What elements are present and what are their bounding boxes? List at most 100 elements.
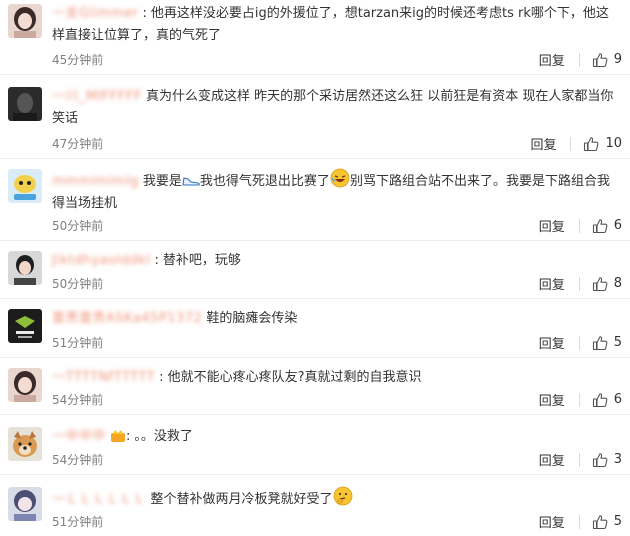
comment-item: 一中中中: 。。没救了 54分钟前 回复 3 (0, 415, 630, 475)
like-count: 3 (613, 452, 622, 467)
avatar[interactable] (8, 427, 42, 461)
username[interactable]: mmmlmlmlg (52, 171, 139, 193)
like-button[interactable]: 3 (592, 452, 622, 468)
like-button[interactable]: 6 (592, 218, 622, 234)
timestamp: 47分钟前 (52, 137, 104, 151)
comment-item: 一TTTTNfTTTTT: 他就不能心疼心疼队友?真就过剩的自我意识 54分钟前 … (0, 358, 630, 415)
reply-button[interactable]: 回复 (539, 333, 565, 352)
comment-actions: 回复 10 (530, 134, 622, 153)
avatar[interactable] (8, 487, 42, 521)
comment-actions: 回复 8 (539, 274, 622, 293)
comment-item: Jiktdhyaolddkl: 替补吧，玩够 50分钟前 回复 8 (0, 241, 630, 299)
thumbs-up-icon (592, 218, 608, 233)
thinking-emoji-icon (333, 486, 352, 506)
divider (578, 276, 580, 291)
comment-body: 替补吧，玩够 (162, 253, 241, 268)
username[interactable]: Jiktdhyaolddkl (52, 250, 150, 272)
divider (578, 392, 580, 407)
avatar[interactable] (8, 309, 42, 343)
reply-button[interactable]: 回复 (539, 450, 565, 469)
thumbs-up-icon (592, 452, 608, 467)
thumbs-up-icon (592, 276, 608, 291)
comment-body: 鞋的脑瘫会传染 (206, 311, 298, 326)
comment-actions: 回复 6 (539, 390, 622, 409)
comment-text: 富贵富贵ASKa45P1372 鞋的脑瘫会传染 (52, 308, 618, 330)
comment-text: 一支Glimmer: 他再这样没必要占ig的外援位了，想tarzan来ig的时候还… (52, 3, 618, 47)
avatar[interactable] (8, 251, 42, 285)
comment-actions: 回复 9 (539, 50, 622, 69)
like-button[interactable]: 5 (592, 335, 622, 351)
timestamp: 54分钟前 (52, 393, 104, 407)
like-count: 6 (613, 392, 622, 407)
divider (578, 218, 580, 233)
like-button[interactable]: 5 (592, 514, 622, 530)
avatar[interactable] (8, 4, 42, 38)
thumbs-up-icon (592, 52, 608, 67)
comment-text: 一中中中: 。。没救了 (52, 426, 618, 448)
laughing-emoji-icon (330, 168, 350, 188)
comment-text: 一川_MIFFFFF 真为什么变成这样 昨天的那个采访居然还这么狂 以前狂是有资本… (52, 86, 618, 130)
avatar[interactable] (8, 87, 42, 121)
colon: : (154, 253, 159, 268)
like-count: 5 (613, 335, 622, 350)
comment-item: 一ＬＬＬＬＬＬ 整个替补做两月冷板凳就好受了 51分钟前 回复 5 (0, 475, 630, 536)
like-button[interactable]: 6 (592, 392, 622, 408)
reply-button[interactable]: 回复 (530, 134, 556, 153)
comment-body: 他就不能心疼心疼队友?真就过剩的自我意识 (167, 370, 422, 385)
timestamp: 54分钟前 (52, 453, 104, 467)
comment-item: 一支Glimmer: 他再这样没必要占ig的外援位了，想tarzan来ig的时候还… (0, 0, 630, 75)
comment-actions: 回复 6 (539, 216, 622, 235)
avatar[interactable] (8, 169, 42, 203)
reply-button[interactable]: 回复 (539, 50, 565, 69)
colon: : (159, 370, 164, 385)
like-count: 6 (613, 218, 622, 233)
like-button[interactable]: 9 (592, 52, 622, 68)
comment-body: 整个替补做两月冷板凳就好受了 (150, 492, 333, 507)
reply-button[interactable]: 回复 (539, 512, 565, 531)
comment-actions: 回复 3 (539, 450, 622, 469)
username[interactable]: 富贵富贵ASKa45P1372 (52, 308, 202, 330)
thumbs-up-icon (592, 514, 608, 529)
timestamp: 50分钟前 (52, 277, 104, 291)
like-count: 5 (613, 514, 622, 529)
like-count: 8 (613, 276, 622, 291)
colon: : (126, 429, 131, 444)
timestamp: 45分钟前 (52, 53, 104, 67)
divider (578, 52, 580, 67)
comment-body: 。。没救了 (134, 429, 193, 444)
avatar[interactable] (8, 368, 42, 402)
divider (578, 514, 580, 529)
username[interactable]: 一川_MIFFFFF (52, 86, 142, 108)
like-button[interactable]: 8 (592, 276, 622, 292)
comment-text: Jiktdhyaolddkl: 替补吧，玩够 (52, 250, 618, 272)
reply-button[interactable]: 回复 (539, 274, 565, 293)
sneaker-icon (182, 177, 200, 186)
divider (578, 452, 580, 467)
divider (570, 136, 572, 151)
crown-badge-icon (111, 430, 126, 442)
thumbs-up-icon (592, 392, 608, 407)
comment-item: 富贵富贵ASKa45P1372 鞋的脑瘫会传染 51分钟前 回复 5 (0, 299, 630, 358)
username[interactable]: 一中中中 (52, 426, 106, 448)
colon: : (142, 6, 147, 21)
comment-item: 一川_MIFFFFF 真为什么变成这样 昨天的那个采访居然还这么狂 以前狂是有资本… (0, 75, 630, 159)
reply-button[interactable]: 回复 (539, 390, 565, 409)
timestamp: 50分钟前 (52, 219, 104, 233)
thumbs-up-icon (592, 335, 608, 350)
comment-text: 一TTTTNfTTTTT: 他就不能心疼心疼队友?真就过剩的自我意识 (52, 367, 618, 389)
comment-body-part: 我要是 (142, 174, 182, 189)
like-count: 9 (613, 52, 622, 67)
username[interactable]: 一TTTTNfTTTTT (52, 367, 155, 389)
comment-item: mmmlmlmlg 我要是 我也得气死退出比赛了 别骂下路组合站不出来了。我要是下路组… (0, 159, 630, 241)
timestamp: 51分钟前 (52, 515, 104, 529)
reply-button[interactable]: 回复 (539, 216, 565, 235)
like-count: 10 (605, 136, 622, 151)
comment-actions: 回复 5 (539, 333, 622, 352)
username[interactable]: 一支Glimmer (52, 3, 138, 25)
thumbs-up-icon (584, 136, 599, 151)
comment-body-part: 我也得气死退出比赛了 (199, 174, 330, 189)
like-button[interactable]: 10 (583, 136, 622, 152)
divider (578, 335, 580, 350)
username[interactable]: 一ＬＬＬＬＬＬ (52, 489, 147, 511)
comment-text: 一ＬＬＬＬＬＬ 整个替补做两月冷板凳就好受了 (52, 486, 618, 511)
